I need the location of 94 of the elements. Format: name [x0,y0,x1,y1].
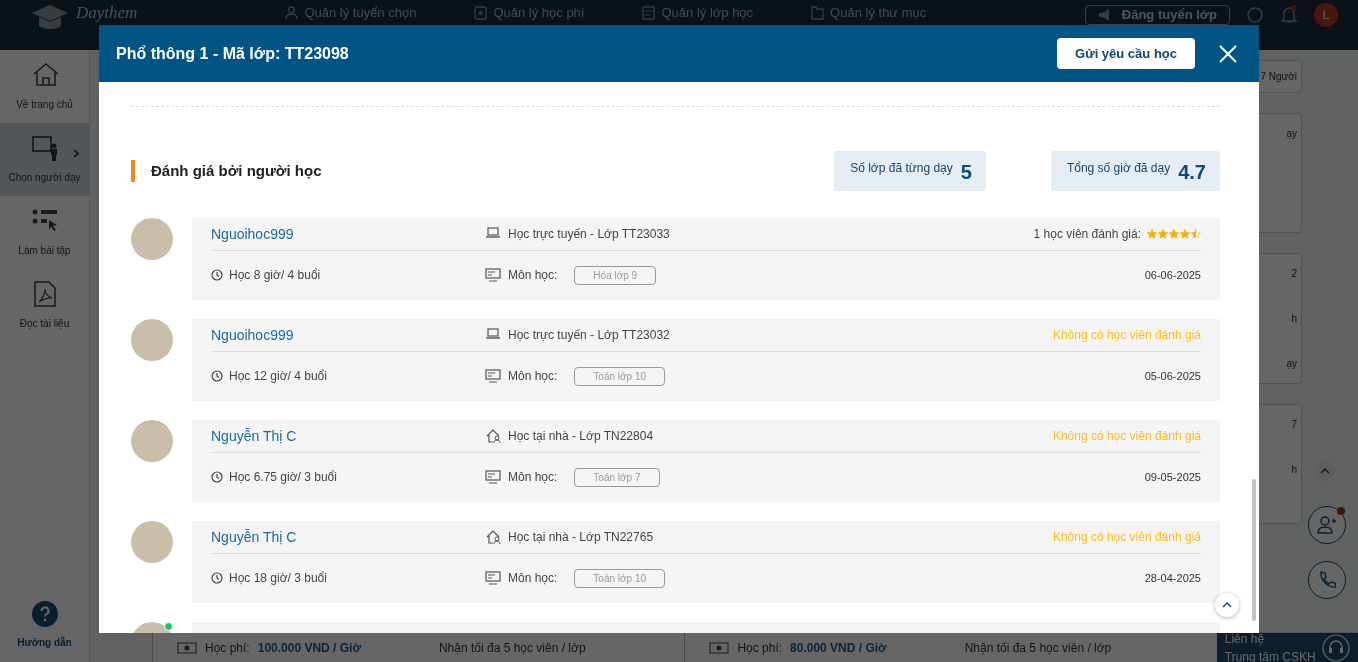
clock-icon [211,370,223,382]
study-hours: Học 12 giờ/ 4 buổi [229,368,327,385]
stat-label: Số lớp đã từng dạy [850,160,953,177]
subject-label: Môn học: [508,570,558,587]
class-info: Học trực tuyến - Lớp TT23033 [508,226,670,243]
wallet-icon [474,6,488,20]
stat-value: 4.7 [1178,161,1206,183]
class-info: Học trực tuyến - Lớp TT23032 [508,327,670,344]
chevron-up-icon [1320,468,1330,474]
stat-label: Tổng số giờ đã dạy [1066,160,1171,177]
card-text-fragment: 2 [1291,267,1297,281]
house-user-icon [485,428,501,444]
scroll-top-button[interactable] [1215,593,1239,617]
study-hours: Học 6.75 giờ/ 3 buổi [229,469,337,486]
add-user-icon [1317,516,1337,534]
sidebar-item[interactable]: Về trang chủ [0,50,89,123]
banknote-icon [709,641,730,654]
banknote-icon [177,641,197,654]
reviewer-name-link[interactable]: Nguyễn Thị C [211,526,485,548]
logo-text[interactable]: Daythem [76,3,138,22]
no-rating-text: Không có học viên đánh giá [1052,327,1201,344]
avatar-photo-placeholder [131,420,173,462]
reviewer-name-link[interactable]: Nguyễn Thị C [211,425,485,447]
person-icon [285,6,299,20]
review-date: 09-05-2025 [1144,469,1201,485]
subject-label: Môn học: [508,267,558,284]
avatar-photo-placeholder [131,218,173,260]
clock-icon [211,572,223,584]
no-rating-text: Không có học viên đánh giá [1052,428,1201,445]
sidebar-item[interactable]: Chọn người dạy [0,123,89,196]
help-link[interactable]: Hướng dẫn [17,635,72,650]
study-hours: Học 8 giờ/ 4 buổi [229,267,321,284]
card-text-fragment: h [1291,463,1297,477]
fee-label: Học phí: [737,639,783,657]
phone-icon [1318,571,1336,589]
chevron-up-icon [1222,602,1232,608]
star-icon [1147,228,1157,240]
star-icon [1191,228,1201,240]
sidebar-item[interactable]: Làm bài tập [0,196,89,269]
class-info: Học tại nhà - Lớp TN22765 [508,529,654,546]
rating-label: 1 học viên đánh giá: [1033,226,1141,243]
section-title: Đánh giá bởi người học [131,160,322,182]
fee-value: 100.000 VND / Giờ [257,639,361,657]
close-button[interactable] [1219,44,1237,63]
avatar-photo-placeholder [131,521,173,563]
monitor-icon [485,571,501,585]
help-circle-icon[interactable] [1246,6,1264,24]
card-text-fragment: ạy [1286,127,1297,141]
star-icon [1158,228,1168,240]
reviewer-name-link[interactable]: Nguoihoc999 [211,324,485,346]
subject-tag: Toán lớp 10 [574,366,666,386]
sidebar-item[interactable]: Đọc tài liệu [0,269,89,342]
card-text-fragment: 7 [1291,418,1297,432]
send-request-button[interactable]: Gửi yêu cầu học [1057,37,1195,70]
reviewer-name-link[interactable]: Nguoihoc999 [211,223,485,245]
board-icon [642,6,656,20]
capacity-text: Nhận tối đa 5 học viên / lớp [964,639,1112,657]
fee-label: Học phí: [205,639,250,657]
avatar-photo-placeholder [131,319,173,361]
clock-icon [211,269,223,281]
subject-label: Môn học: [508,469,558,486]
subject-tag: Toán lớp 10 [574,568,666,588]
modal-title: Phổ thông 1 - Mã lớp: TT23098 [116,43,349,64]
no-rating-text: Không có học viên đánh giá [1052,529,1201,546]
card-text-fragment: ạy [1286,357,1297,371]
post-class-button[interactable]: Đăng tuyển lớp [1084,5,1230,25]
scrollbar-thumb[interactable] [1252,479,1256,621]
user-avatar[interactable]: L [1314,3,1338,27]
class-info: Học tại nhà - Lớp TN22804 [508,428,654,445]
star-icon [1169,228,1179,240]
help-icon[interactable] [31,601,58,627]
subject-tag: Hóa lớp 9 [574,265,657,285]
support-line: Liên hệ [1224,630,1266,648]
subject-tag: Toán lớp 7 [574,467,660,487]
capacity-text: Nhận tối đa 5 học viên / lớp [438,639,586,657]
review-date: 06-06-2025 [1144,267,1201,283]
presenter-icon [30,134,59,162]
stat-value: 5 [960,161,972,183]
clock-icon [211,471,223,483]
fee-value: 80.000 VND / Giờ [790,639,887,657]
subject-label: Môn học: [508,368,558,385]
monitor-icon [485,369,501,383]
card-text-fragment: 7 Người [1260,70,1297,84]
bell-icon[interactable] [1280,5,1298,25]
star-icon [1180,228,1190,240]
review-date: 28-04-2025 [1144,570,1201,586]
close-icon [1219,44,1237,63]
review-date: 05-06-2025 [1144,368,1201,384]
monitor-icon [485,470,501,484]
house-user-icon [485,529,501,545]
folder-icon [811,6,825,20]
monitor-icon [485,268,501,282]
card-text-fragment: h [1291,312,1297,326]
study-hours: Học 18 giờ/ 3 buổi [229,570,327,587]
